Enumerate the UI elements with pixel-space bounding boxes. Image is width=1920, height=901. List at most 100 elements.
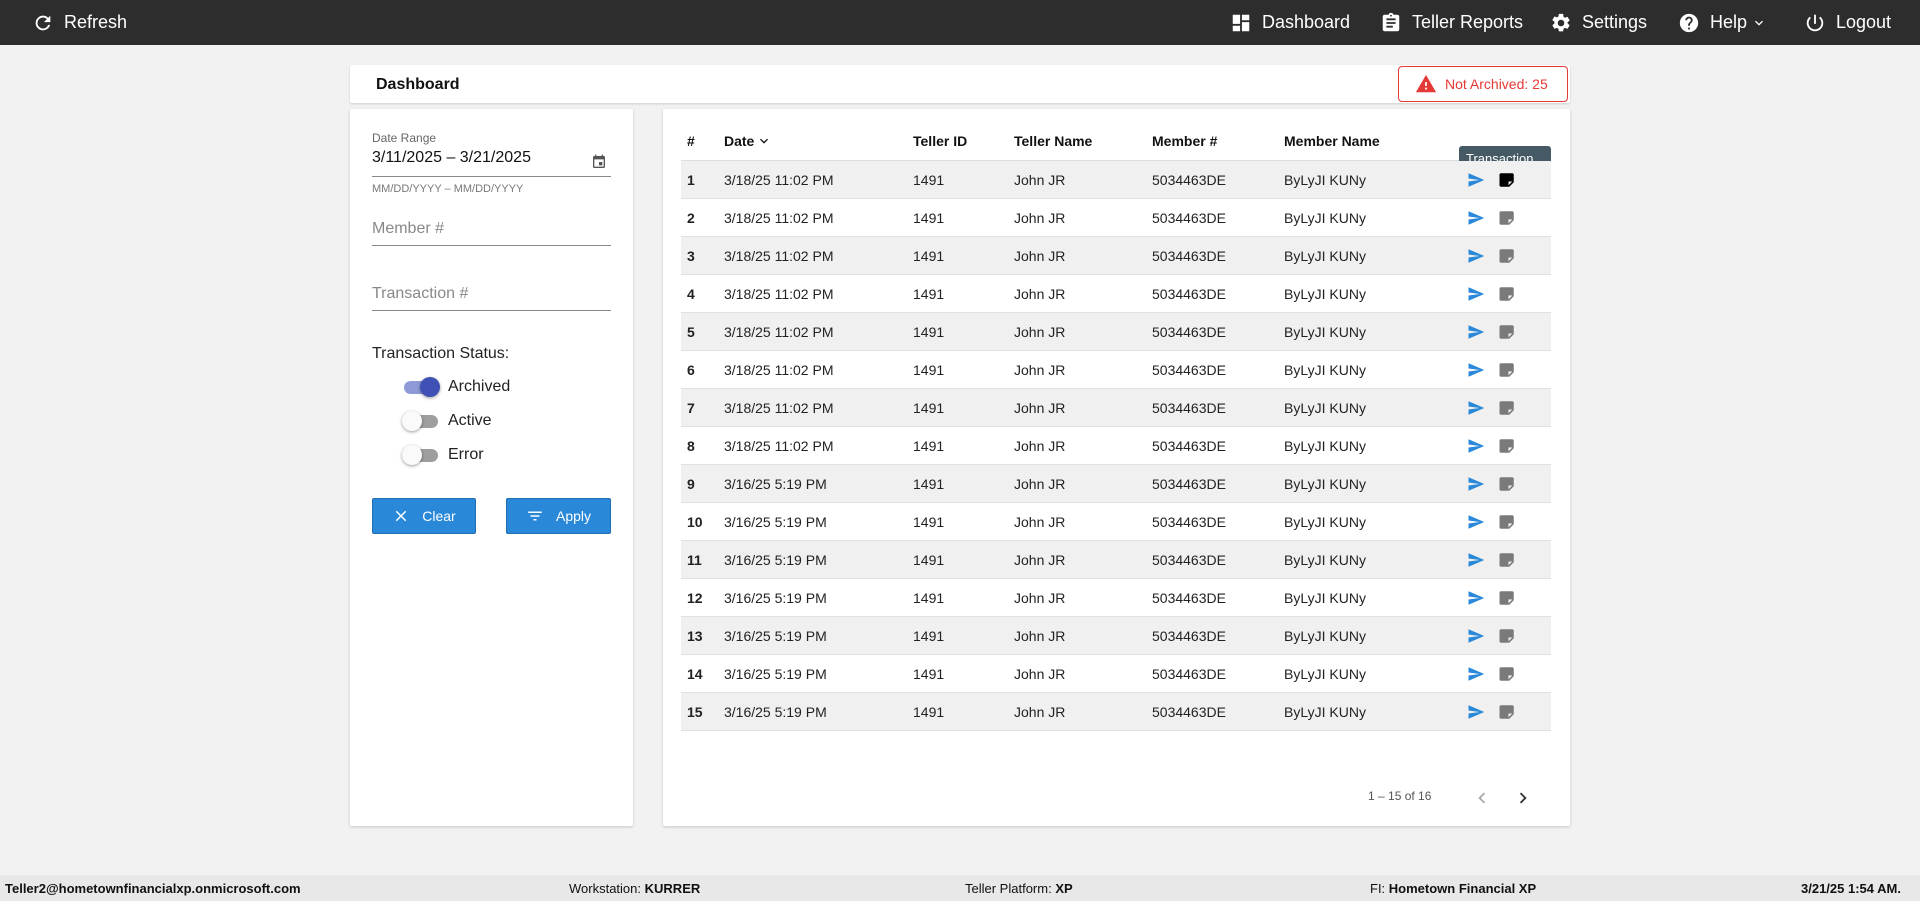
transaction-log-icon[interactable] xyxy=(1498,437,1516,455)
cell-date: 3/18/25 11:02 PM xyxy=(724,210,834,226)
transaction-log-icon[interactable] xyxy=(1498,703,1516,721)
cell-member-name: ByLyJI KUNy xyxy=(1284,552,1366,568)
refresh-icon xyxy=(35,15,51,30)
transaction-log-icon[interactable] xyxy=(1498,323,1516,341)
table-row[interactable]: 12 3/16/25 5:19 PM 1491 John JR 5034463DE ByL… xyxy=(681,579,1551,617)
transaction-field[interactable] xyxy=(372,278,611,318)
apply-button[interactable]: Apply xyxy=(506,498,611,534)
cell-teller-id: 1491 xyxy=(913,552,945,568)
cell-date: 3/18/25 11:02 PM xyxy=(724,248,834,264)
filter-icon xyxy=(528,511,542,521)
table-row[interactable]: 9 3/16/25 5:19 PM 1491 John JR 5034463DE ByLy… xyxy=(681,465,1551,503)
cell-teller-name: John JR xyxy=(1014,210,1066,226)
cell-number: 6 xyxy=(687,362,695,378)
transaction-log-icon[interactable] xyxy=(1498,399,1516,417)
transaction-input[interactable] xyxy=(372,280,611,308)
send-icon[interactable] xyxy=(1467,209,1485,227)
nav-help[interactable]: Help xyxy=(1678,0,1767,45)
archived-switch[interactable] xyxy=(402,377,440,397)
status-toggle-archived[interactable]: Archived xyxy=(402,375,510,399)
table-row[interactable]: 11 3/16/25 5:19 PM 1491 John JR 5034463DE ByL… xyxy=(681,541,1551,579)
send-icon[interactable] xyxy=(1467,589,1485,607)
cell-teller-name: John JR xyxy=(1014,400,1066,416)
table-row[interactable]: 15 3/16/25 5:19 PM 1491 John JR 5034463DE ByL… xyxy=(681,693,1551,731)
transaction-log-icon[interactable] xyxy=(1498,627,1516,645)
warning-icon xyxy=(1415,74,1437,93)
status-toggle-error[interactable]: Error xyxy=(402,443,484,467)
logout-button[interactable]: Logout xyxy=(1804,0,1891,45)
send-icon[interactable] xyxy=(1467,513,1485,531)
transaction-log-icon[interactable] xyxy=(1498,665,1516,683)
transaction-log-icon[interactable] xyxy=(1498,285,1516,303)
cell-teller-name: John JR xyxy=(1014,362,1066,378)
send-icon[interactable] xyxy=(1467,665,1485,683)
cell-member-number: 5034463DE xyxy=(1152,438,1226,454)
transaction-log-icon[interactable] xyxy=(1498,209,1516,227)
send-icon[interactable] xyxy=(1467,323,1485,341)
send-icon[interactable] xyxy=(1467,703,1485,721)
error-switch[interactable] xyxy=(402,445,438,465)
send-icon[interactable] xyxy=(1467,475,1485,493)
cell-member-name: ByLyJI KUNy xyxy=(1284,476,1366,492)
transaction-log-icon[interactable] xyxy=(1498,589,1516,607)
cell-teller-name: John JR xyxy=(1014,172,1066,188)
cell-member-number: 5034463DE xyxy=(1152,552,1226,568)
status-toggle-active[interactable]: Active xyxy=(402,409,492,433)
nav-settings[interactable]: Settings xyxy=(1550,0,1647,45)
cell-member-name: ByLyJI KUNy xyxy=(1284,438,1366,454)
send-icon[interactable] xyxy=(1467,171,1485,189)
member-input[interactable] xyxy=(372,215,611,243)
date-range-underline xyxy=(372,176,611,177)
col-header-date[interactable]: Date xyxy=(724,133,772,149)
refresh-label: Refresh xyxy=(64,12,128,32)
table-row[interactable]: 3 3/18/25 11:02 PM 1491 John JR 5034463DE ByL… xyxy=(681,237,1551,275)
send-icon[interactable] xyxy=(1467,399,1485,417)
table-row[interactable]: 8 3/18/25 11:02 PM 1491 John JR 5034463DE ByL… xyxy=(681,427,1551,465)
date-range-field[interactable]: Date Range 3/11/2025 – 3/21/2025 MM/DD/Y… xyxy=(372,131,611,201)
table-row[interactable]: 4 3/18/25 11:02 PM 1491 John JR 5034463DE ByL… xyxy=(681,275,1551,313)
cell-teller-name: John JR xyxy=(1014,286,1066,302)
chevron-left-icon[interactable] xyxy=(1471,787,1493,809)
transaction-log-icon[interactable] xyxy=(1498,361,1516,379)
active-switch[interactable] xyxy=(402,411,438,431)
table-row[interactable]: 2 3/18/25 11:02 PM 1491 John JR 5034463DE ByL… xyxy=(681,199,1551,237)
clear-button[interactable]: Clear xyxy=(372,498,476,534)
chevron-right-icon[interactable] xyxy=(1512,787,1534,809)
table-row[interactable]: 7 3/18/25 11:02 PM 1491 John JR 5034463DE ByL… xyxy=(681,389,1551,427)
nav-teller-reports-label: Teller Reports xyxy=(1412,12,1524,32)
send-icon[interactable] xyxy=(1467,437,1485,455)
cell-member-number: 5034463DE xyxy=(1152,476,1226,492)
nav-dashboard[interactable]: Dashboard xyxy=(1230,0,1350,45)
apply-label: Apply xyxy=(555,508,592,524)
cell-member-name: ByLyJI KUNy xyxy=(1284,172,1366,188)
cell-teller-id: 1491 xyxy=(913,286,945,302)
transaction-log-icon[interactable] xyxy=(1498,551,1516,569)
send-icon[interactable] xyxy=(1467,551,1485,569)
member-field[interactable] xyxy=(372,213,611,253)
send-icon[interactable] xyxy=(1467,285,1485,303)
calendar-icon[interactable] xyxy=(591,154,607,170)
refresh-button[interactable]: Refresh xyxy=(32,0,127,45)
table-row[interactable]: 5 3/18/25 11:02 PM 1491 John JR 5034463DE ByL… xyxy=(681,313,1551,351)
nav-teller-reports[interactable]: Teller Reports xyxy=(1380,0,1523,45)
table-row[interactable]: 6 3/18/25 11:02 PM 1491 John JR 5034463DE ByL… xyxy=(681,351,1551,389)
table-row[interactable]: 1 3/18/25 11:02 PM 1491 John JR 5034463DE ByL… xyxy=(681,161,1551,199)
send-icon[interactable] xyxy=(1467,627,1485,645)
table-row[interactable]: 14 3/16/25 5:19 PM 1491 John JR 5034463DE ByL… xyxy=(681,655,1551,693)
sort-descending-icon[interactable] xyxy=(756,133,772,149)
transaction-log-icon[interactable] xyxy=(1498,513,1516,531)
table-row[interactable]: 10 3/16/25 5:19 PM 1491 John JR 5034463DE ByL… xyxy=(681,503,1551,541)
transaction-log-icon[interactable] xyxy=(1498,475,1516,493)
send-icon[interactable] xyxy=(1467,247,1485,265)
date-range-value[interactable]: 3/11/2025 – 3/21/2025 xyxy=(372,149,611,167)
transaction-log-icon[interactable] xyxy=(1498,171,1516,189)
table-row[interactable]: 13 3/16/25 5:19 PM 1491 John JR 5034463DE ByL… xyxy=(681,617,1551,655)
not-archived-badge[interactable]: Not Archived: 25 xyxy=(1398,66,1568,102)
filter-panel: Date Range 3/11/2025 – 3/21/2025 MM/DD/Y… xyxy=(350,109,633,826)
transaction-log-icon[interactable] xyxy=(1498,247,1516,265)
workstation-label: Workstation: xyxy=(569,881,642,896)
footer-workstation: Workstation: KURRER xyxy=(569,881,700,896)
send-icon[interactable] xyxy=(1467,361,1485,379)
cell-number: 14 xyxy=(687,666,703,682)
cell-teller-id: 1491 xyxy=(913,210,945,226)
